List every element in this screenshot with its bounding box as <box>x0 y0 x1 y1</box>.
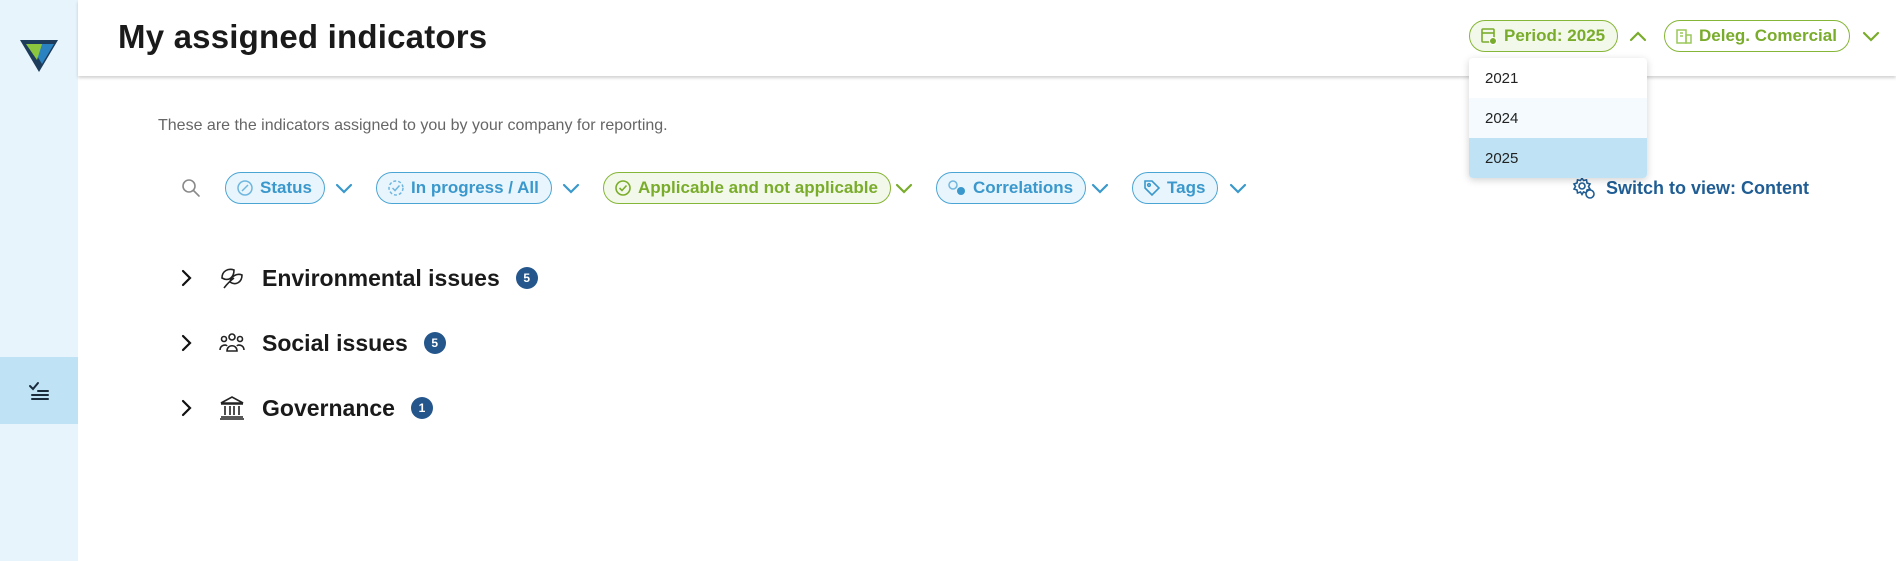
group-row-environmental[interactable]: Environmental issues 5 <box>176 258 538 298</box>
status-filter-button[interactable]: Status <box>225 172 325 204</box>
correlations-filter-label: Correlations <box>973 178 1074 197</box>
period-filter-button[interactable]: Period: 2025 <box>1469 20 1619 52</box>
group-label: Social issues <box>262 329 408 356</box>
chevron-right-icon[interactable] <box>176 333 196 353</box>
period-option-2024[interactable]: 2024 <box>1469 98 1647 138</box>
group-row-governance[interactable]: Governance 1 <box>176 388 433 428</box>
group-label: Governance <box>262 394 395 421</box>
tag-icon <box>1144 180 1161 197</box>
delegation-filter-label: Deleg. Comercial <box>1699 26 1837 45</box>
tags-filter-label: Tags <box>1167 178 1206 197</box>
chevron-up-icon[interactable] <box>1629 30 1647 42</box>
progress-check-icon <box>388 180 404 196</box>
calendar-icon <box>1481 28 1497 45</box>
chevron-down-icon[interactable] <box>895 182 913 194</box>
period-option-2021[interactable]: 2021 <box>1469 58 1647 98</box>
chevron-down-icon[interactable] <box>1091 182 1109 194</box>
count-badge: 1 <box>410 397 433 419</box>
checklist-icon <box>29 381 49 400</box>
chevron-down-icon[interactable] <box>1229 182 1247 194</box>
correlation-icon <box>948 180 965 195</box>
building-icon <box>1676 29 1692 44</box>
chevron-down-icon[interactable] <box>335 182 353 194</box>
period-dropdown: 2021 2024 2025 <box>1469 58 1647 178</box>
chevron-down-icon[interactable] <box>1862 30 1880 42</box>
switch-view-label: Switch to view: Content <box>1606 177 1810 198</box>
switch-view-button[interactable]: Switch to view: Content <box>1572 176 1809 200</box>
chevron-right-icon[interactable] <box>176 398 196 418</box>
people-icon <box>219 333 245 352</box>
page-subtitle: These are the indicators assigned to you… <box>158 117 668 134</box>
correlations-filter-button[interactable]: Correlations <box>936 172 1087 204</box>
check-circle-icon <box>615 180 631 196</box>
progress-filter-label: In progress / All <box>411 178 539 197</box>
period-filter-label: Period: 2025 <box>1504 26 1606 45</box>
institution-icon <box>220 396 244 420</box>
gear-view-icon <box>1572 176 1595 199</box>
applicability-filter-button[interactable]: Applicable and not applicable <box>603 172 891 204</box>
page-title: My assigned indicators <box>118 18 488 55</box>
chevron-down-icon[interactable] <box>562 182 580 194</box>
group-row-social[interactable]: Social issues 5 <box>176 323 446 363</box>
period-option-2025[interactable]: 2025 <box>1469 138 1647 178</box>
sidebar <box>0 0 78 561</box>
count-badge: 5 <box>423 332 446 354</box>
sidebar-item-indicators[interactable] <box>0 357 78 424</box>
search-icon[interactable] <box>181 178 201 198</box>
leaf-icon <box>221 268 243 289</box>
group-label: Environmental issues <box>262 264 500 291</box>
tags-filter-button[interactable]: Tags <box>1132 172 1219 204</box>
applicability-filter-label: Applicable and not applicable <box>638 178 878 197</box>
chevron-right-icon[interactable] <box>176 268 196 288</box>
progress-filter-button[interactable]: In progress / All <box>376 172 552 204</box>
delegation-filter-button[interactable]: Deleg. Comercial <box>1664 20 1850 52</box>
company-logo[interactable] <box>20 38 58 72</box>
edit-circle-icon <box>237 180 253 196</box>
count-badge: 5 <box>515 267 538 289</box>
status-filter-label: Status <box>260 178 312 197</box>
